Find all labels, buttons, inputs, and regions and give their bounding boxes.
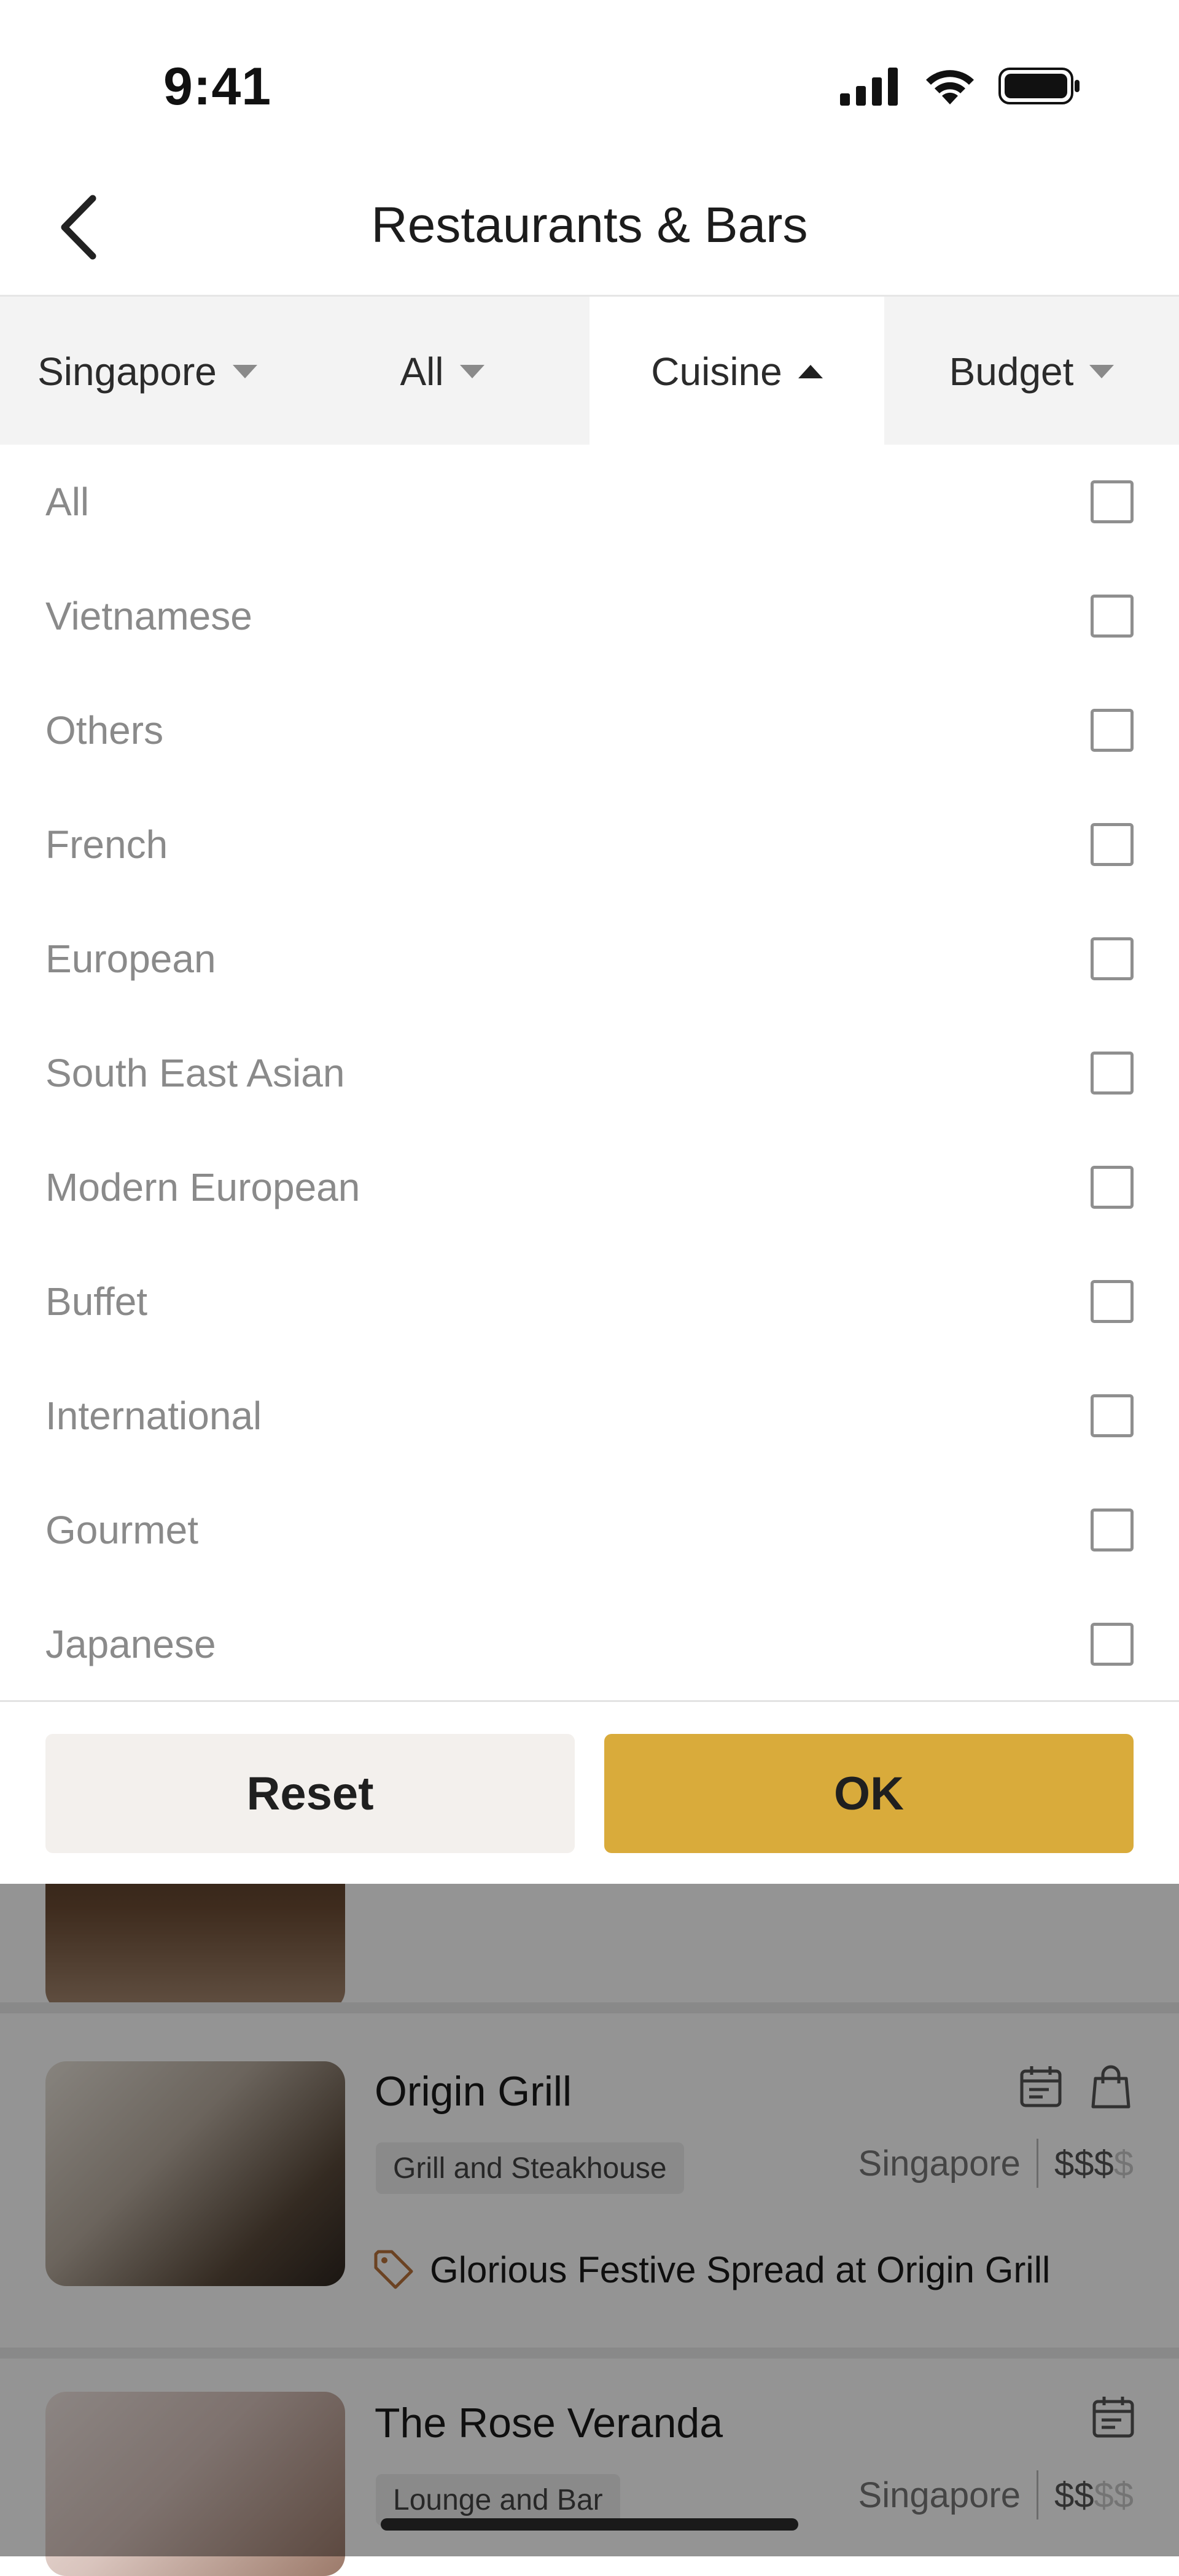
cuisine-option-label: French [45, 822, 168, 867]
filter-cuisine-label: Cuisine [651, 349, 782, 394]
cuisine-option[interactable]: Gourmet [0, 1473, 1179, 1587]
wifi-icon [926, 70, 974, 104]
filter-type[interactable]: All [295, 297, 590, 447]
checkbox[interactable] [1091, 1280, 1134, 1323]
checkbox[interactable] [1091, 595, 1134, 638]
checkbox[interactable] [1091, 1509, 1134, 1551]
filter-location[interactable]: Singapore [0, 297, 295, 447]
cuisine-option[interactable]: Others [0, 673, 1179, 787]
checkbox[interactable] [1091, 823, 1134, 866]
caret-down-icon [232, 365, 257, 378]
filter-cuisine[interactable]: Cuisine [590, 297, 884, 447]
checkbox[interactable] [1091, 1623, 1134, 1666]
cuisine-option-label: Japanese [45, 1622, 216, 1666]
cuisine-option[interactable]: Buffet [0, 1244, 1179, 1359]
checkbox[interactable] [1091, 1052, 1134, 1095]
cuisine-option-label: Vietnamese [45, 594, 252, 638]
checkbox[interactable] [1091, 937, 1134, 980]
checkbox[interactable] [1091, 1166, 1134, 1209]
cuisine-option[interactable]: French [0, 787, 1179, 902]
cuisine-option-label: Buffet [45, 1279, 148, 1324]
checkbox[interactable] [1091, 709, 1134, 752]
cuisine-option-label: All [45, 480, 90, 524]
cuisine-dropdown: All Vietnamese Others French European So… [0, 445, 1179, 1881]
caret-down-icon [459, 365, 484, 378]
cuisine-option[interactable]: All [0, 445, 1179, 559]
status-time: 9:41 [163, 57, 272, 116]
filter-budget[interactable]: Budget [884, 297, 1179, 447]
filter-location-label: Singapore [37, 349, 217, 394]
checkbox[interactable] [1091, 1394, 1134, 1437]
reset-button[interactable]: Reset [45, 1734, 575, 1853]
filter-bar: Singapore All Cuisine Budget [0, 295, 1179, 447]
caret-up-icon [798, 365, 823, 378]
cuisine-option-label: South East Asian [45, 1051, 345, 1095]
filter-type-label: All [400, 349, 444, 394]
cuisine-option-label: Gourmet [45, 1508, 198, 1552]
cuisine-option[interactable]: International [0, 1359, 1179, 1473]
dropdown-actions: Reset OK [0, 1700, 1179, 1884]
checkbox[interactable] [1091, 480, 1134, 523]
battery-icon [998, 68, 1080, 104]
cuisine-option-label: European [45, 937, 216, 981]
cuisine-option[interactable]: Japanese [0, 1587, 1179, 1701]
cuisine-option[interactable]: Modern European [0, 1130, 1179, 1244]
cuisine-option[interactable]: European [0, 902, 1179, 1016]
cuisine-option-label: International [45, 1394, 262, 1438]
cuisine-option[interactable]: South East Asian [0, 1016, 1179, 1130]
page-title: Restaurants & Bars [371, 197, 808, 253]
cuisine-option[interactable]: Vietnamese [0, 559, 1179, 673]
caret-down-icon [1089, 365, 1115, 378]
ok-button[interactable]: OK [604, 1734, 1134, 1853]
status-icons [840, 66, 1081, 106]
cuisine-option-label: Others [45, 708, 164, 752]
filter-budget-label: Budget [949, 349, 1074, 394]
signal-icon [840, 68, 898, 106]
cuisine-option-label: Modern European [45, 1165, 360, 1209]
dim-overlay[interactable] [0, 1882, 1179, 2556]
home-indicator [381, 2518, 798, 2531]
